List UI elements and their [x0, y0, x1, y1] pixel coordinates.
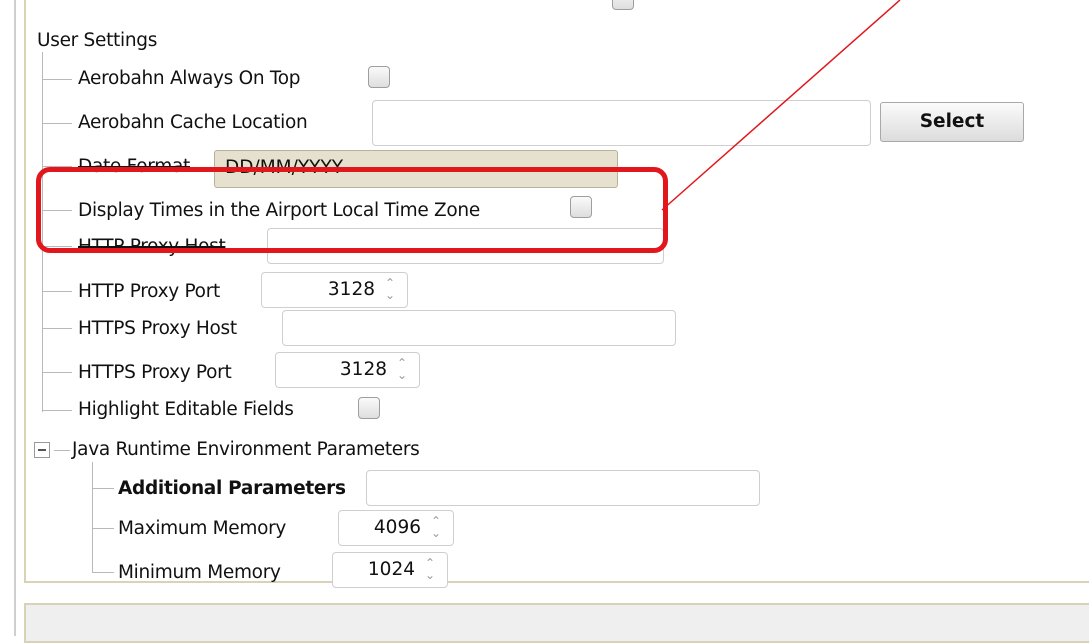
annotation-pointer-line — [661, 0, 901, 211]
